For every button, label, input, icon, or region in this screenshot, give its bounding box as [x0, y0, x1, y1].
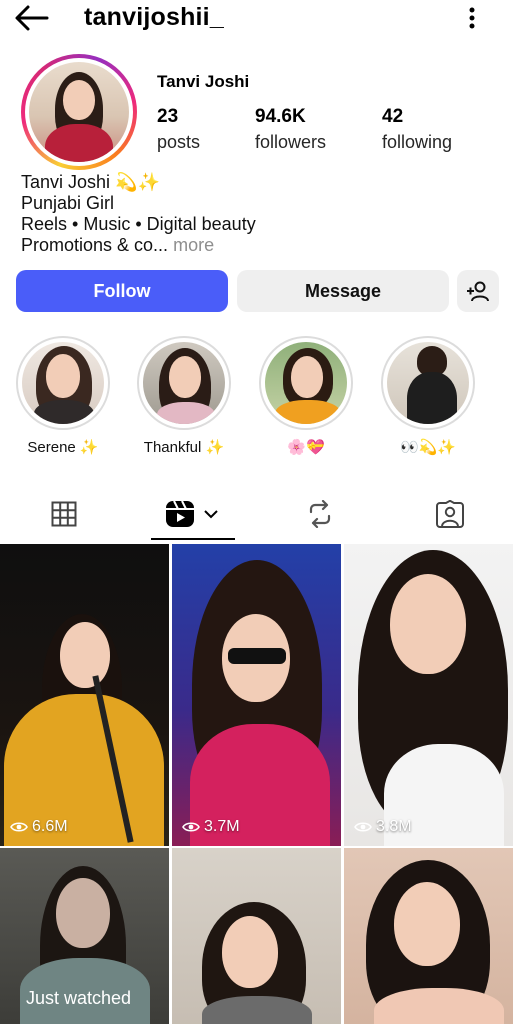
- posts-label: posts: [157, 132, 201, 152]
- eye-icon: [10, 822, 28, 832]
- view-count-value: 3.7M: [204, 818, 240, 835]
- highlight-label: 👀💫✨: [399, 439, 457, 456]
- chevron-down-icon: [204, 510, 218, 519]
- view-count-value: 3.8M: [376, 818, 412, 835]
- suggested-users-button[interactable]: [457, 270, 499, 312]
- view-count: 3.7M: [182, 818, 240, 836]
- profile-tabs: [0, 486, 514, 542]
- reel-thumbnail[interactable]: Just watched: [0, 848, 169, 1024]
- tagged-person-icon: [436, 500, 464, 528]
- highlight-cover: [387, 342, 469, 424]
- following-count: 42: [382, 106, 404, 127]
- reel-thumbnail[interactable]: [172, 848, 341, 1024]
- avatar-photo: [29, 62, 129, 162]
- highlight-cover: [22, 342, 104, 424]
- profile-avatar[interactable]: [21, 54, 137, 170]
- eye-icon: [182, 822, 200, 832]
- highlight-label: 🌸💝: [287, 439, 325, 456]
- reel-thumbnail[interactable]: 6.6M: [0, 544, 169, 846]
- highlight-label: Serene ✨: [27, 439, 99, 456]
- highlight-eyes[interactable]: 👀💫✨: [381, 336, 475, 456]
- bio-line-promotions: Promotions & co... more: [21, 235, 256, 256]
- bio-line-interests: Reels • Music • Digital beauty: [21, 214, 256, 234]
- bio-truncated-text: Promotions & co...: [21, 235, 169, 255]
- reels-icon: [166, 500, 194, 527]
- view-count: 3.8M: [354, 818, 412, 836]
- repost-icon: [309, 500, 331, 528]
- reel-thumbnail[interactable]: 3.8M: [344, 544, 513, 846]
- profile-bio: Tanvi Joshi 💫✨ Punjabi Girl Reels • Musi…: [21, 172, 256, 256]
- add-person-icon: [467, 281, 489, 302]
- message-button[interactable]: Message: [237, 270, 449, 312]
- tab-tagged[interactable]: [386, 486, 514, 542]
- profile-username: tanvijoshii_: [84, 3, 224, 31]
- bio-line-name: Tanvi Joshi 💫✨: [21, 172, 160, 192]
- reels-grid: 6.6M 3.7M 3.8M Just watched: [0, 544, 514, 1024]
- tab-posts[interactable]: [0, 486, 128, 542]
- bio-line-origin: Punjabi Girl: [21, 193, 115, 213]
- grid-icon: [51, 501, 77, 527]
- highlight-cover: [265, 342, 347, 424]
- reel-thumbnail[interactable]: [344, 848, 513, 1024]
- view-count-value: 6.6M: [32, 818, 68, 835]
- view-count: 6.6M: [10, 818, 68, 836]
- posts-stat[interactable]: 23 posts: [157, 106, 200, 153]
- more-options-icon[interactable]: [462, 5, 482, 31]
- reel-thumbnail[interactable]: 3.7M: [172, 544, 341, 846]
- following-label: following: [382, 132, 453, 152]
- tab-reels[interactable]: [128, 486, 256, 542]
- top-bar: tanvijoshii_: [0, 0, 514, 40]
- followers-stat[interactable]: 94.6K followers: [255, 106, 326, 153]
- highlight-serene[interactable]: Serene ✨: [16, 336, 110, 456]
- bio-more-link[interactable]: more: [173, 235, 214, 255]
- sunglasses: [228, 648, 286, 664]
- eye-icon: [354, 822, 372, 832]
- highlight-thankful[interactable]: Thankful ✨: [137, 336, 231, 456]
- just-watched-label: Just watched: [26, 988, 132, 1008]
- active-tab-indicator: [151, 538, 235, 540]
- back-arrow-icon[interactable]: [14, 4, 50, 32]
- highlight-cover: [143, 342, 225, 424]
- posts-count: 23: [157, 106, 179, 127]
- tab-reposts[interactable]: [256, 486, 384, 542]
- highlight-label: Thankful ✨: [143, 439, 225, 456]
- profile-full-name: Tanvi Joshi: [157, 72, 250, 91]
- followers-count: 94.6K: [255, 106, 306, 127]
- followers-label: followers: [255, 132, 327, 152]
- following-stat[interactable]: 42 following: [382, 106, 452, 153]
- follow-button[interactable]: Follow: [16, 270, 228, 312]
- highlight-flowers[interactable]: 🌸💝: [259, 336, 353, 456]
